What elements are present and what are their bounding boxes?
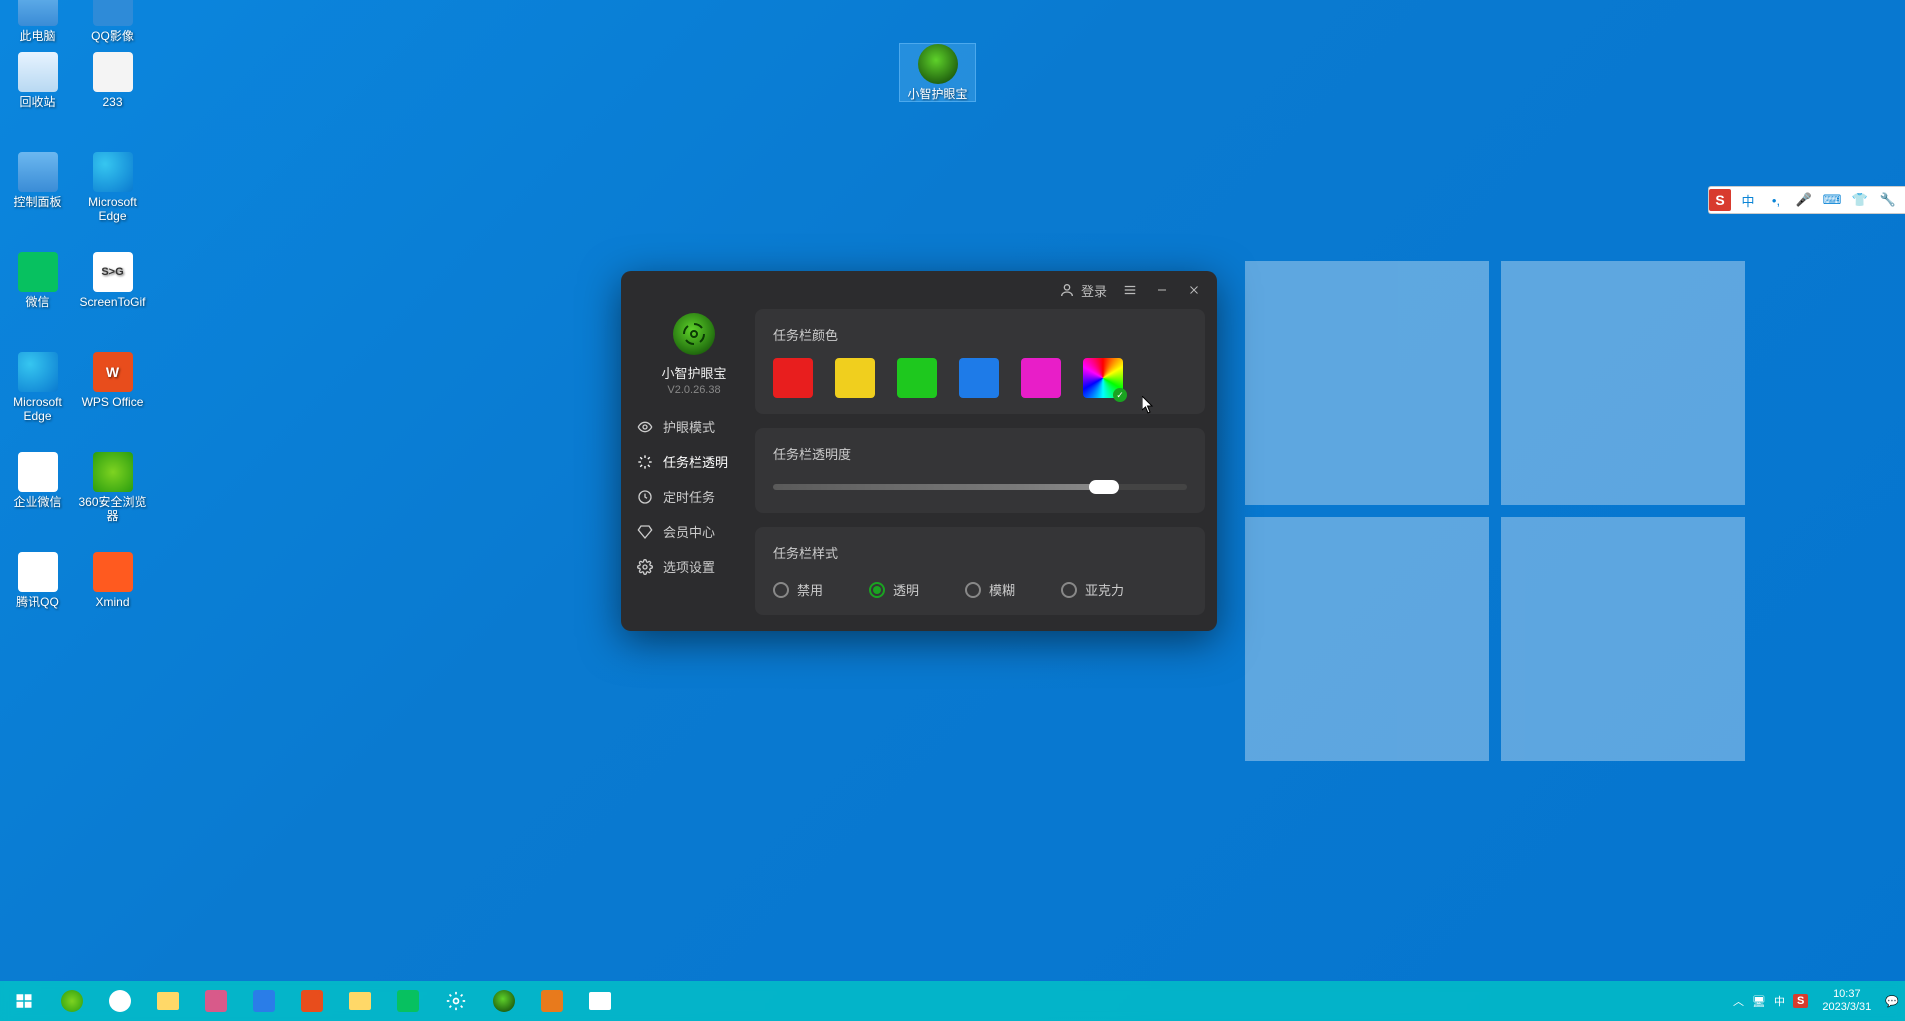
- tray-lang[interactable]: 中: [1774, 993, 1785, 1009]
- taskbar-app-folder[interactable]: [336, 981, 384, 1021]
- color-swatch-magenta[interactable]: [1021, 358, 1061, 398]
- windows-logo-bg: [1245, 261, 1745, 761]
- radio-transparent[interactable]: 透明: [869, 580, 919, 599]
- nav-options[interactable]: 选项设置: [633, 550, 755, 583]
- radio-acrylic[interactable]: 亚克力: [1061, 580, 1124, 599]
- menu-button[interactable]: [1121, 281, 1139, 299]
- desktop-icon-wps[interactable]: WWPS Office: [75, 352, 150, 409]
- desktop-icon-xmind[interactable]: Xmind: [75, 552, 150, 609]
- desktop-icon-enterprise-wechat[interactable]: 企业微信: [0, 452, 75, 509]
- desktop-icon-eye-app[interactable]: 小智护眼宝: [900, 44, 975, 101]
- sidebar: 小智护眼宝 V2.0.26.38 护眼模式 任务栏透明 定时任务 会员中心: [633, 309, 755, 615]
- desktop-icon-this-pc[interactable]: 此电脑: [0, 0, 75, 43]
- start-button[interactable]: [0, 981, 48, 1021]
- taskbar-app-settings[interactable]: [432, 981, 480, 1021]
- color-swatch-red[interactable]: [773, 358, 813, 398]
- desktop-icon-control-panel[interactable]: 控制面板: [0, 152, 75, 209]
- desktop-icon-tencent-qq[interactable]: 腾讯QQ: [0, 552, 75, 609]
- opacity-slider[interactable]: [773, 477, 1187, 497]
- clock-icon: [637, 489, 653, 505]
- login-button[interactable]: 登录: [1059, 281, 1107, 300]
- taskbar-app-orange[interactable]: [528, 981, 576, 1021]
- tray-chevron-icon[interactable]: ︿: [1733, 993, 1744, 1009]
- taskbar-app-wps[interactable]: [288, 981, 336, 1021]
- desktop-icon-recycle-bin[interactable]: 回收站: [0, 52, 75, 109]
- radio-disabled[interactable]: 禁用: [773, 580, 823, 599]
- check-icon: ✓: [1113, 388, 1127, 402]
- desktop-icon-360-browser[interactable]: 360安全浏览器: [75, 452, 150, 524]
- color-swatch-green[interactable]: [897, 358, 937, 398]
- ime-tool-icon[interactable]: 🔧: [1877, 189, 1899, 211]
- eye-icon: [637, 419, 653, 435]
- desktop-icon-233[interactable]: 233: [75, 52, 150, 109]
- tray-sogou-icon[interactable]: S: [1793, 994, 1808, 1008]
- ime-lang[interactable]: 中: [1737, 189, 1759, 211]
- radio-blur[interactable]: 模糊: [965, 580, 1015, 599]
- tray-notifications-icon[interactable]: 💬: [1885, 995, 1899, 1008]
- panel-taskbar-color: 任务栏颜色 ✓: [755, 309, 1205, 414]
- user-icon: [1059, 282, 1075, 298]
- app-window: 登录 小智护眼宝 V2.0.26.38 护眼模式: [621, 271, 1217, 631]
- desktop-icon-screentogif[interactable]: S>GScreenToGif: [75, 252, 150, 309]
- diamond-icon: [637, 524, 653, 540]
- nav-taskbar-transparent[interactable]: 任务栏透明: [633, 445, 755, 478]
- panel-taskbar-style: 任务栏样式 禁用 透明 模糊 亚克力: [755, 527, 1205, 615]
- slider-thumb[interactable]: [1089, 480, 1119, 494]
- taskbar-app-browser[interactable]: [96, 981, 144, 1021]
- taskbar-app-white[interactable]: [576, 981, 624, 1021]
- panel-title: 任务栏透明度: [773, 444, 1187, 463]
- panel-title: 任务栏样式: [773, 543, 1187, 562]
- taskbar-app-blue[interactable]: [240, 981, 288, 1021]
- tray-monitor-icon[interactable]: 🖥: [1752, 995, 1766, 1008]
- ime-keyboard-icon[interactable]: ⌨: [1821, 189, 1843, 211]
- sogou-icon[interactable]: S: [1709, 189, 1731, 211]
- ime-voice-icon[interactable]: 🎤: [1793, 189, 1815, 211]
- nav-eye-mode[interactable]: 护眼模式: [633, 410, 755, 443]
- nav-timer[interactable]: 定时任务: [633, 480, 755, 513]
- hamburger-icon: [1123, 283, 1137, 297]
- panel-taskbar-opacity: 任务栏透明度: [755, 428, 1205, 513]
- gear-icon: [446, 991, 466, 1011]
- sparkle-icon: [637, 454, 653, 470]
- taskbar[interactable]: ︿ 🖥 中 S 10:37 2023/3/31 💬: [0, 981, 1905, 1021]
- app-version: V2.0.26.38: [633, 384, 755, 396]
- taskbar-app-explorer[interactable]: [144, 981, 192, 1021]
- ime-skin-icon[interactable]: 👕: [1849, 189, 1871, 211]
- app-logo: [673, 313, 715, 355]
- color-swatch-blue[interactable]: [959, 358, 999, 398]
- minimize-icon: [1156, 284, 1168, 296]
- desktop-icon-qq-image[interactable]: QQ影像: [75, 0, 150, 43]
- app-name: 小智护眼宝: [633, 363, 755, 382]
- desktop-icon-wechat[interactable]: 微信: [0, 252, 75, 309]
- desktop-icon-edge-1[interactable]: Microsoft Edge: [75, 152, 150, 224]
- ime-toolbar[interactable]: S 中 •, 🎤 ⌨ 👕 🔧: [1708, 186, 1905, 214]
- desktop-icon-edge-2[interactable]: Microsoft Edge: [0, 352, 75, 424]
- nav-member[interactable]: 会员中心: [633, 515, 755, 548]
- taskbar-app-pink[interactable]: [192, 981, 240, 1021]
- close-icon: [1188, 284, 1200, 296]
- color-swatch-yellow[interactable]: [835, 358, 875, 398]
- ime-punct-icon[interactable]: •,: [1765, 189, 1787, 211]
- taskbar-app-eye[interactable]: [480, 981, 528, 1021]
- taskbar-app-360[interactable]: [48, 981, 96, 1021]
- panel-title: 任务栏颜色: [773, 325, 1187, 344]
- windows-icon: [15, 992, 33, 1010]
- titlebar[interactable]: 登录: [621, 271, 1217, 309]
- color-swatch-custom[interactable]: ✓: [1083, 358, 1123, 398]
- minimize-button[interactable]: [1153, 281, 1171, 299]
- taskbar-app-wechat[interactable]: [384, 981, 432, 1021]
- gear-icon: [637, 559, 653, 575]
- close-button[interactable]: [1185, 281, 1203, 299]
- taskbar-clock[interactable]: 10:37 2023/3/31: [1816, 988, 1877, 1014]
- main-content: 任务栏颜色 ✓ 任务栏透明度 任务栏样式: [755, 309, 1205, 615]
